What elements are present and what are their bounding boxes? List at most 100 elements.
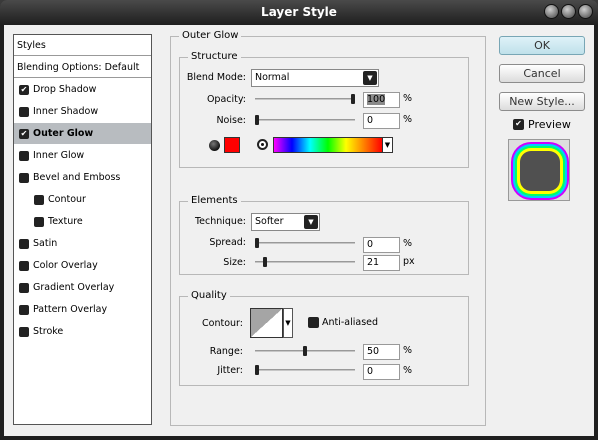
anti-aliased-checkbox[interactable] [308, 317, 319, 328]
style-item-label: Inner Shadow [33, 106, 99, 117]
style-item-label: Drop Shadow [33, 84, 97, 95]
noise-label: Noise: [216, 115, 246, 126]
preview-glow-shape [520, 151, 560, 191]
outer-glow-panel: Outer Glow Structure Blend Mode: Normal … [170, 30, 486, 426]
range-unit: % [403, 345, 413, 356]
jitter-slider-thumb[interactable] [255, 365, 259, 375]
style-item-contour[interactable]: Contour [14, 189, 151, 210]
style-checkbox[interactable] [19, 151, 29, 161]
ok-button[interactable]: OK [499, 36, 585, 55]
range-input[interactable]: 50 [363, 344, 400, 360]
minimize-icon[interactable] [544, 4, 559, 19]
contour-dropdown-icon[interactable]: ▼ [283, 308, 293, 338]
size-slider-thumb[interactable] [262, 257, 267, 267]
opacity-slider-thumb[interactable] [351, 94, 355, 104]
style-item-outer-glow[interactable]: ✔ Outer Glow [14, 123, 151, 144]
style-item-inner-glow[interactable]: Inner Glow [14, 145, 151, 166]
styles-header[interactable]: Styles [14, 35, 151, 56]
blend-mode-select[interactable]: Normal ▼ [251, 69, 379, 87]
technique-select[interactable]: Softer ▼ [251, 213, 320, 231]
contour-preview[interactable] [250, 308, 283, 338]
style-item-color-overlay[interactable]: Color Overlay [14, 255, 151, 276]
noise-input[interactable]: 0 [363, 113, 400, 129]
spread-label: Spread: [209, 237, 246, 248]
style-checkbox[interactable] [34, 195, 44, 205]
maximize-icon[interactable] [561, 4, 576, 19]
new-style-button[interactable]: New Style... [499, 92, 585, 111]
technique-value: Softer [255, 216, 284, 227]
quality-title: Quality [188, 290, 230, 301]
spread-unit: % [403, 238, 413, 249]
size-unit: px [403, 256, 415, 267]
style-item-label: Outer Glow [33, 128, 94, 139]
jitter-label: Jitter: [217, 365, 243, 376]
style-item-gradient-overlay[interactable]: Gradient Overlay [14, 277, 151, 298]
style-item-texture[interactable]: Texture [14, 211, 151, 232]
blend-mode-value: Normal [255, 72, 290, 83]
cancel-button[interactable]: Cancel [499, 64, 585, 83]
styles-list: Styles Blending Options: Default ✔ Drop S… [13, 34, 152, 425]
jitter-unit: % [403, 365, 413, 376]
spread-slider-thumb[interactable] [255, 238, 259, 248]
style-checkbox[interactable] [34, 217, 44, 227]
noise-unit: % [403, 114, 413, 125]
style-item-satin[interactable]: Satin [14, 233, 151, 254]
style-item-stroke[interactable]: Stroke [14, 321, 151, 342]
style-item-label: Inner Glow [33, 150, 85, 161]
style-checkbox[interactable] [19, 107, 29, 117]
title-bar[interactable]: Layer Style [0, 0, 598, 24]
size-slider-track[interactable] [255, 261, 355, 263]
style-item-drop-shadow[interactable]: ✔ Drop Shadow [14, 79, 151, 100]
style-checkbox[interactable] [19, 305, 29, 315]
style-item-inner-shadow[interactable]: Inner Shadow [14, 101, 151, 122]
contour-label: Contour: [202, 318, 243, 329]
noise-slider-thumb[interactable] [255, 115, 259, 125]
jitter-slider-track[interactable] [255, 369, 355, 371]
style-checkbox[interactable] [19, 173, 29, 183]
gradient-dropdown-icon[interactable]: ▼ [382, 137, 393, 153]
style-checkbox[interactable]: ✔ [19, 129, 29, 139]
gradient-radio[interactable] [257, 139, 268, 150]
style-item-label: Contour [48, 194, 86, 205]
size-label: Size: [223, 257, 246, 268]
opacity-unit: % [403, 93, 413, 104]
blending-options[interactable]: Blending Options: Default [14, 57, 151, 78]
style-item-label: Stroke [33, 326, 64, 337]
opacity-input[interactable]: 100 [363, 92, 400, 108]
spread-input[interactable]: 0 [363, 237, 400, 253]
style-item-label: Gradient Overlay [33, 282, 115, 293]
preview-label: Preview [528, 118, 571, 131]
style-item-label: Bevel and Emboss [33, 172, 121, 183]
style-item-label: Color Overlay [33, 260, 98, 271]
technique-label: Technique: [194, 216, 246, 227]
style-checkbox[interactable] [19, 261, 29, 271]
solid-color-radio[interactable] [209, 140, 220, 151]
style-item-pattern-overlay[interactable]: Pattern Overlay [14, 299, 151, 320]
opacity-label: Opacity: [206, 94, 246, 105]
chevron-down-icon: ▼ [304, 215, 318, 229]
window-title: Layer Style [261, 5, 337, 19]
range-slider-thumb[interactable] [303, 346, 307, 356]
style-checkbox[interactable]: ✔ [19, 85, 29, 95]
glow-gradient-picker[interactable] [273, 137, 383, 153]
opacity-slider-track[interactable] [255, 98, 355, 100]
style-checkbox[interactable] [19, 283, 29, 293]
noise-slider-track[interactable] [255, 119, 355, 121]
range-label: Range: [209, 346, 243, 357]
blend-mode-label: Blend Mode: [186, 72, 246, 83]
style-checkbox[interactable] [19, 239, 29, 249]
style-item-bevel-and-emboss[interactable]: Bevel and Emboss [14, 167, 151, 188]
size-input[interactable]: 21 [363, 255, 400, 271]
glow-color-swatch[interactable] [224, 137, 240, 153]
elements-title: Elements [188, 195, 241, 206]
panel-title: Outer Glow [179, 30, 242, 41]
spread-slider-track[interactable] [255, 242, 355, 244]
structure-title: Structure [188, 51, 241, 62]
close-icon[interactable] [578, 4, 593, 19]
elements-group: Elements Technique: Softer ▼ Spread: 0 %… [179, 195, 469, 275]
jitter-input[interactable]: 0 [363, 364, 400, 380]
chevron-down-icon: ▼ [363, 71, 377, 85]
preview-checkbox[interactable]: ✔ [513, 119, 524, 130]
structure-group: Structure Blend Mode: Normal ▼ Opacity: … [179, 51, 469, 168]
style-checkbox[interactable] [19, 327, 29, 337]
